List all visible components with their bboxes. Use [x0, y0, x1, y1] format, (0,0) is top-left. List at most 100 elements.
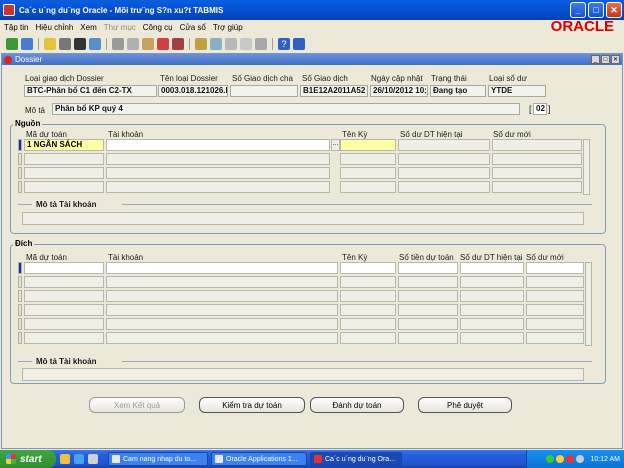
menu-file[interactable]: Tập tin [4, 23, 28, 32]
save-icon[interactable] [44, 38, 56, 50]
dich-cell-so-tien[interactable] [398, 276, 458, 288]
dich-cell-tai-khoan[interactable] [106, 262, 338, 274]
field-ten-loai[interactable]: 0003.018.121026.k [158, 85, 228, 97]
dich-cell-ma-du-toan[interactable] [24, 276, 104, 288]
help-icon[interactable]: ? [278, 38, 290, 50]
nguon-cell-ten-ky[interactable] [340, 167, 396, 179]
dich-cell-ten-ky[interactable] [340, 276, 396, 288]
nguon-cell-ten-ky[interactable] [340, 153, 396, 165]
row-indicator[interactable] [18, 290, 22, 302]
task-oracle-applications[interactable]: Oracle Applications 1... [211, 452, 307, 466]
inner-minimize-button[interactable]: _ [591, 55, 600, 64]
dich-cell-ma-du-toan[interactable] [24, 290, 104, 302]
dich-cell-so-tien[interactable] [398, 318, 458, 330]
dich-cell-so-du-dt[interactable] [460, 332, 524, 344]
inner-maximize-button[interactable]: □ [601, 55, 610, 64]
dich-cell-ma-du-toan[interactable] [24, 304, 104, 316]
field-loai-so-du[interactable]: YTDE [488, 85, 546, 97]
dich-cell-so-du-dt[interactable] [460, 304, 524, 316]
menu-help[interactable]: Trợ giúp [213, 23, 243, 32]
menu-edit[interactable]: Hiệu chỉnh [35, 23, 73, 32]
dich-cell-ten-ky[interactable] [340, 262, 396, 274]
nguon-scrollbar[interactable] [583, 139, 590, 195]
dich-cell-ma-du-toan[interactable] [24, 332, 104, 344]
task-oracle-forms[interactable]: Ca´c u´ng du¨ng Ora... [310, 452, 402, 466]
dich-scrollbar[interactable] [585, 262, 592, 346]
dich-cell-ten-ky[interactable] [340, 318, 396, 330]
open-icon[interactable] [21, 38, 33, 50]
dich-cell-so-du-dt[interactable] [460, 262, 524, 274]
dich-cell-ten-ky[interactable] [340, 290, 396, 302]
dich-cell-so-du-moi[interactable] [526, 332, 584, 344]
dich-cell-so-tien[interactable] [398, 304, 458, 316]
nguon-cell-so-du-dt[interactable] [398, 181, 490, 193]
edit-icon[interactable] [195, 38, 207, 50]
menu-window[interactable]: Cửa sổ [180, 23, 206, 32]
field-so-gd-cha[interactable] [230, 85, 298, 97]
dich-cell-tai-khoan[interactable] [106, 290, 338, 302]
maximize-button[interactable]: □ [588, 2, 604, 18]
nguon-cell-so-du-moi[interactable] [492, 181, 582, 193]
clear-icon[interactable] [157, 38, 169, 50]
field-mo-ta[interactable]: Phân bổ KP quý 4 [52, 103, 520, 115]
field-ngay-cap-nhat[interactable]: 26/10/2012 10:0 [370, 85, 428, 97]
antivirus-icon[interactable] [566, 455, 575, 463]
dich-cell-so-tien[interactable] [398, 290, 458, 302]
dich-cell-so-du-dt[interactable] [460, 318, 524, 330]
nguon-mota-tk-field[interactable] [22, 212, 584, 225]
lov-button[interactable]: ... [331, 139, 340, 151]
nguon-cell-ma-du-toan[interactable] [24, 153, 104, 165]
navigator-icon[interactable] [89, 38, 101, 50]
close-button[interactable]: ✕ [606, 2, 622, 18]
attachments-icon[interactable] [210, 38, 222, 50]
security-icon[interactable] [556, 455, 565, 463]
dich-cell-ma-du-toan[interactable] [24, 318, 104, 330]
folder-icon[interactable] [225, 38, 237, 50]
dich-cell-tai-khoan[interactable] [106, 276, 338, 288]
task-cam-nang[interactable]: Cam nang nhap du to... [108, 452, 208, 466]
reserve-budget-button[interactable]: Đánh dự toán [310, 397, 404, 413]
print-icon[interactable] [74, 38, 86, 50]
start-button[interactable]: start [0, 450, 56, 468]
dich-cell-tai-khoan[interactable] [106, 318, 338, 330]
nguon-cell-ten-ky[interactable] [340, 181, 396, 193]
dich-cell-so-du-moi[interactable] [526, 262, 584, 274]
clock[interactable]: 10:12 AM [590, 456, 620, 463]
dich-cell-ten-ky[interactable] [340, 304, 396, 316]
dich-cell-so-du-dt[interactable] [460, 276, 524, 288]
nguon-cell-ten-ky[interactable] [340, 139, 396, 151]
dich-cell-so-du-moi[interactable] [526, 304, 584, 316]
menu-folder[interactable]: Thư mục [104, 23, 136, 32]
minimize-button[interactable]: _ [570, 2, 586, 18]
dich-mota-tk-field[interactable] [22, 368, 584, 381]
nguon-cell-so-du-dt[interactable] [398, 167, 490, 179]
field-loai-gd[interactable]: BTC-Phân bổ C1 đến C2-TX [24, 85, 157, 97]
dich-cell-tai-khoan[interactable] [106, 332, 338, 344]
nguon-cell-so-du-moi[interactable] [492, 167, 582, 179]
check-budget-button[interactable]: Kiểm tra dự toán [199, 397, 305, 413]
window-title-bar[interactable]: Ca´c u´ng du¨ng Oracle - Mõi trư¨ng S?n … [0, 0, 624, 20]
cut-icon[interactable] [112, 38, 124, 50]
dich-cell-ma-du-toan[interactable] [24, 262, 104, 274]
paste-icon[interactable] [142, 38, 154, 50]
network-icon[interactable] [546, 455, 555, 463]
row-indicator[interactable] [18, 318, 22, 330]
dich-cell-so-tien[interactable] [398, 332, 458, 344]
new-icon[interactable] [6, 38, 18, 50]
nguon-cell-tai-khoan[interactable] [106, 181, 330, 193]
row-indicator[interactable] [18, 332, 22, 344]
quicklaunch-icon[interactable] [60, 454, 70, 464]
field-so-gd[interactable]: B1E12A2011A52 [300, 85, 368, 97]
dich-cell-so-du-moi[interactable] [526, 276, 584, 288]
context-help-icon[interactable] [293, 38, 305, 50]
dich-cell-tai-khoan[interactable] [106, 304, 338, 316]
dich-cell-ten-ky[interactable] [340, 332, 396, 344]
field-flex-context[interactable]: 02 [533, 103, 547, 115]
copy-icon[interactable] [127, 38, 139, 50]
approve-button[interactable]: Phê duyệt [418, 397, 512, 413]
nguon-cell-so-du-dt[interactable] [398, 153, 490, 165]
row-indicator[interactable] [18, 181, 22, 193]
find-icon[interactable] [59, 38, 71, 50]
quicklaunch-icon[interactable] [88, 454, 98, 464]
tools-icon[interactable] [240, 38, 252, 50]
